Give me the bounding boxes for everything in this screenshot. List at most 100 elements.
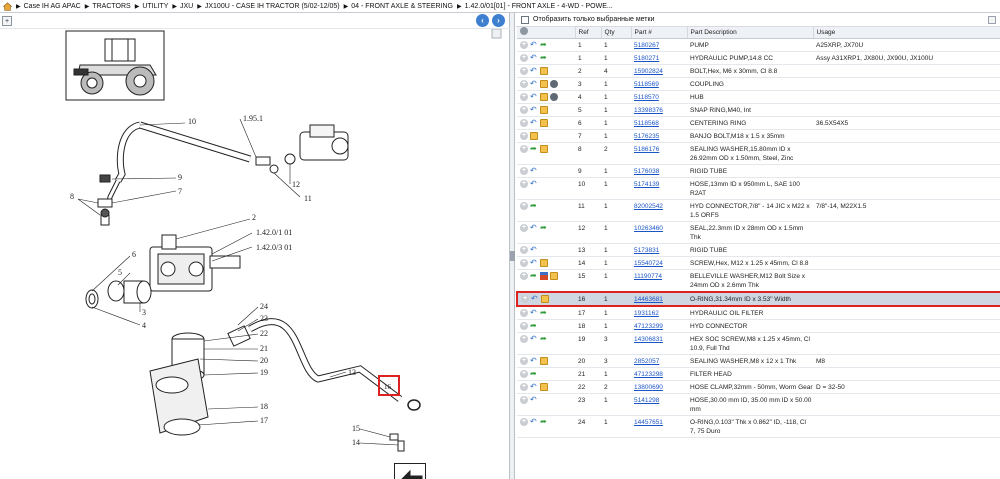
green-arrow-icon[interactable]: ➦ xyxy=(540,334,548,343)
add-icon[interactable]: + xyxy=(520,40,528,49)
breadcrumb-item[interactable]: TRACTORS xyxy=(92,3,130,10)
table-row[interactable]: + ↶ ➦ 24 1 14457651 O-RING,0.103" Thk x 0.862"… xyxy=(517,415,1000,438)
table-row[interactable]: + ↶ 3 1 5118569 COUPLING xyxy=(517,77,1000,91)
part-number-link[interactable]: 13398376 xyxy=(634,107,663,114)
table-row[interactable]: + ➦ 15 1 11190774 BELLEVILLE WASHER,M12 Bolt … xyxy=(517,269,1000,292)
add-icon[interactable]: + xyxy=(520,258,528,267)
add-icon[interactable]: + xyxy=(520,417,528,426)
return-arrow-icon[interactable]: ↶ xyxy=(530,223,538,232)
diagram-callout-label[interactable]: 19 xyxy=(260,368,268,377)
diagram-callout-label[interactable]: 10 xyxy=(188,117,196,126)
package-icon[interactable] xyxy=(540,92,548,101)
part-number-link[interactable]: 10263460 xyxy=(634,225,663,232)
part-number-link[interactable]: 5186176 xyxy=(634,146,659,153)
breadcrumb-item[interactable]: JX100U - CASE IH TRACTOR (5/02-12/05) xyxy=(205,3,340,10)
part-number-link[interactable]: 1931162 xyxy=(634,310,659,317)
gear-icon[interactable] xyxy=(550,92,558,101)
package-icon[interactable] xyxy=(541,294,549,303)
table-row[interactable]: + ↶ ➦ 17 1 1931162 HYDRAULIC OIL FILTER xyxy=(517,305,1000,320)
package-icon[interactable] xyxy=(540,258,548,267)
table-row[interactable]: + ↶ 14 1 15540724 SCREW,Hex, M12 x 1.25 x 45m… xyxy=(517,256,1000,270)
package-icon[interactable] xyxy=(540,382,548,391)
table-row[interactable]: + ➦ 21 1 47123298 FILTER HEAD xyxy=(517,367,1000,381)
diagram-callout-label[interactable]: 12 xyxy=(292,180,300,189)
return-arrow-icon[interactable]: ↶ xyxy=(530,258,538,267)
table-row[interactable]: + ↶ 13 1 5173831 RIGID TUBE xyxy=(517,243,1000,257)
splitter-grip-icon[interactable] xyxy=(510,251,515,261)
diagram-callout-label[interactable]: 17 xyxy=(260,416,268,425)
add-icon[interactable]: + xyxy=(521,294,529,303)
add-icon[interactable]: + xyxy=(520,144,528,153)
return-arrow-icon[interactable]: ↶ xyxy=(530,166,538,175)
table-row[interactable]: + ↶ 16 1 14463681 O-RING,31.34mm ID x 3.53" W… xyxy=(516,290,1000,307)
part-number-link[interactable]: 15540724 xyxy=(634,260,663,267)
highlighted-callout-16[interactable] xyxy=(378,375,400,396)
panel-corner-icon[interactable] xyxy=(988,16,996,24)
return-arrow-icon[interactable]: ↶ xyxy=(530,395,538,404)
part-number-link[interactable]: 47123299 xyxy=(634,323,663,330)
diagram-callout-label[interactable]: 15 xyxy=(352,424,360,433)
diagram-callout-label[interactable]: 24 xyxy=(260,302,268,311)
package-icon[interactable] xyxy=(540,118,548,127)
diagram-callout-label[interactable]: 7 xyxy=(178,187,182,196)
add-icon[interactable]: + xyxy=(520,382,528,391)
home-icon[interactable] xyxy=(3,1,12,11)
expand-icon[interactable]: + xyxy=(2,16,12,26)
part-number-link[interactable]: 5141298 xyxy=(634,397,659,404)
diagram-callout-label[interactable]: 11 xyxy=(304,194,312,203)
part-number-link[interactable]: 5118569 xyxy=(634,81,659,88)
part-number-link[interactable]: 5180271 xyxy=(634,55,659,62)
diagram-callout-label[interactable]: 9 xyxy=(178,173,182,182)
breadcrumb-item[interactable]: UTILITY xyxy=(142,3,168,10)
return-arrow-icon[interactable]: ↶ xyxy=(530,382,538,391)
add-icon[interactable]: + xyxy=(520,92,528,101)
table-row[interactable]: + ↶ 22 2 13800690 HOSE CLAMP,32mm - 50mm, Wor… xyxy=(517,380,1000,394)
diagram-callout-label[interactable]: 20 xyxy=(260,356,268,365)
green-arrow-icon[interactable]: ➦ xyxy=(530,201,538,210)
package-icon[interactable] xyxy=(540,144,548,153)
package-icon[interactable] xyxy=(530,131,538,140)
add-icon[interactable]: + xyxy=(520,369,528,378)
table-row[interactable]: + ↶ 23 1 5141298 HOSE,30.00 mm ID, 35.00 mm I… xyxy=(517,393,1000,416)
pointer-arrow-icon[interactable] xyxy=(394,463,426,479)
green-arrow-icon[interactable]: ➦ xyxy=(540,417,548,426)
previous-arrow-icon[interactable]: ‹ xyxy=(476,14,489,27)
green-arrow-icon[interactable]: ➦ xyxy=(530,144,538,153)
diagram-callout-label[interactable]: 14 xyxy=(352,438,360,447)
package-icon[interactable] xyxy=(540,66,548,75)
table-row[interactable]: + ➦ 11 1 82002542 HYD CONNECTOR,7/8" - 14 JIC… xyxy=(517,199,1000,222)
diagram-callout-label[interactable]: 13 xyxy=(348,368,356,377)
add-icon[interactable]: + xyxy=(520,271,528,280)
return-arrow-icon[interactable]: ↶ xyxy=(530,92,538,101)
gear-icon[interactable] xyxy=(550,79,558,88)
green-arrow-icon[interactable]: ➦ xyxy=(530,369,538,378)
return-arrow-icon[interactable]: ↶ xyxy=(530,40,538,49)
diagram-callout-label[interactable]: 21 xyxy=(260,344,268,353)
return-arrow-icon[interactable]: ↶ xyxy=(530,334,538,343)
table-row[interactable]: + ↶ 5 1 13398376 SNAP RING,M40, Int xyxy=(517,103,1000,117)
table-row[interactable]: + ↶ 4 1 5118570 HUB xyxy=(517,90,1000,104)
part-number-link[interactable]: 82002542 xyxy=(634,203,663,210)
part-number-link[interactable]: 5118568 xyxy=(634,120,659,127)
pane-splitter[interactable] xyxy=(510,13,515,479)
part-number-link[interactable]: 5174139 xyxy=(634,181,659,188)
table-row[interactable]: + ↶ 2 4 15902824 BOLT,Hex, M6 x 30mm, Cl 8.8 xyxy=(517,64,1000,78)
add-icon[interactable]: + xyxy=(520,334,528,343)
flag-icon[interactable] xyxy=(540,271,548,280)
breadcrumb-item[interactable]: Case IH AG APAC xyxy=(24,3,81,10)
diagram-callout-label[interactable]: 1.95.1 xyxy=(243,114,263,123)
package-icon[interactable] xyxy=(540,356,548,365)
add-icon[interactable]: + xyxy=(520,79,528,88)
package-icon[interactable] xyxy=(540,79,548,88)
column-header-usage[interactable]: Usage xyxy=(813,27,1000,39)
return-arrow-icon[interactable]: ↶ xyxy=(530,66,538,75)
package-icon[interactable] xyxy=(550,271,558,280)
table-row[interactable]: +7 1 5176235 BANJO BOLT,M18 x 1.5 x 35mm xyxy=(517,129,1000,143)
green-arrow-icon[interactable]: ➦ xyxy=(540,40,548,49)
part-number-link[interactable]: 14306831 xyxy=(634,336,663,343)
table-row[interactable]: + ↶ ➦ 19 3 14306831 HEX SOC SCREW,M8 x 1.25 x … xyxy=(517,332,1000,355)
diagram-callout-label[interactable]: 3 xyxy=(142,308,146,317)
breadcrumb-item[interactable]: 1.42.0/01[01] - FRONT AXLE - 4-WD - POWE… xyxy=(465,3,613,10)
add-icon[interactable]: + xyxy=(520,201,528,210)
add-icon[interactable]: + xyxy=(520,308,528,317)
